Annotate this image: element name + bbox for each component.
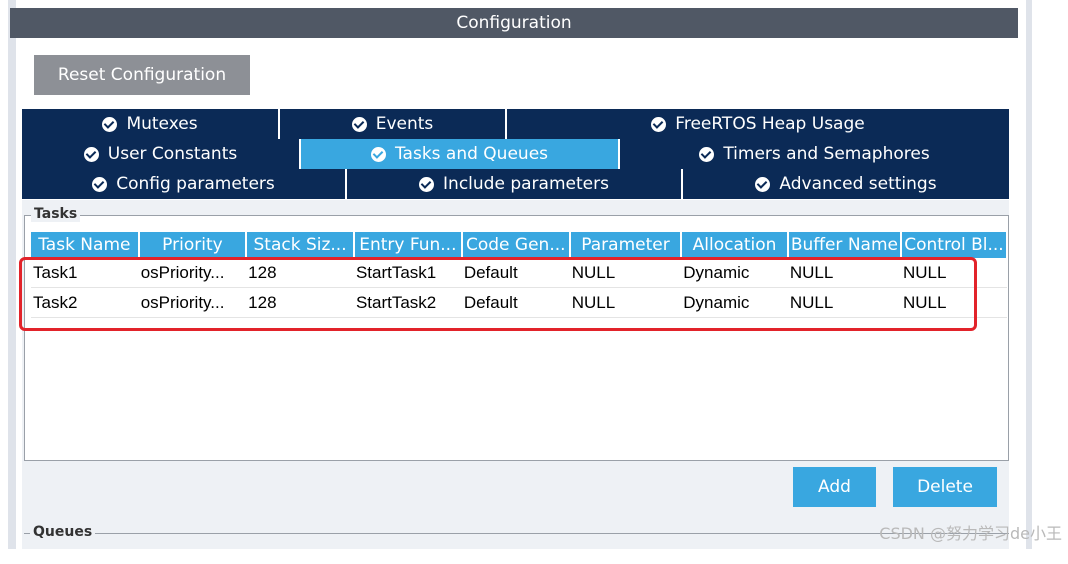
check-circle-icon bbox=[699, 146, 715, 162]
task-rows-highlight bbox=[19, 257, 977, 331]
watermark: CSDN @努力学习de小王 bbox=[879, 524, 1062, 543]
column-header-parameter[interactable]: Parameter bbox=[569, 232, 683, 258]
check-circle-icon bbox=[651, 116, 667, 132]
column-header-stack-size[interactable]: Stack Siz... bbox=[246, 232, 355, 258]
tab-row-1: Mutexes Events FreeRTOS Heap Usage bbox=[22, 109, 1009, 139]
check-circle-icon bbox=[92, 176, 108, 192]
column-header-entry-function[interactable]: Entry Fun... bbox=[353, 232, 463, 258]
tab-label: Events bbox=[375, 114, 434, 134]
column-header-buffer-name[interactable]: Buffer Name bbox=[787, 232, 902, 258]
tab-config-parameters[interactable]: Config parameters bbox=[22, 169, 347, 199]
column-header-priority[interactable]: Priority bbox=[138, 232, 248, 258]
check-circle-icon bbox=[83, 146, 99, 162]
check-circle-icon bbox=[755, 176, 771, 192]
tab-label: Advanced settings bbox=[779, 174, 937, 194]
tab-mutexes[interactable]: Mutexes bbox=[22, 109, 280, 139]
tab-events[interactable]: Events bbox=[280, 109, 507, 139]
reset-configuration-button[interactable]: Reset Configuration bbox=[34, 55, 250, 95]
tasks-legend: Tasks bbox=[31, 206, 81, 222]
tab-label: FreeRTOS Heap Usage bbox=[675, 114, 865, 134]
check-circle-icon bbox=[370, 146, 386, 162]
tab-timers-and-semaphores[interactable]: Timers and Semaphores bbox=[620, 139, 1009, 169]
config-title-bar: Configuration bbox=[10, 8, 1018, 38]
tab-label: Timers and Semaphores bbox=[723, 144, 930, 164]
check-circle-icon bbox=[419, 176, 435, 192]
tasks-header-row: Task Name Priority Stack Siz... Entry Fu… bbox=[31, 232, 1009, 258]
check-circle-icon bbox=[351, 116, 367, 132]
tasks-group: Tasks Task Name Priority Stack Siz... En… bbox=[24, 206, 1009, 461]
tab-label: Config parameters bbox=[116, 174, 275, 194]
tab-user-constants[interactable]: User Constants bbox=[22, 139, 301, 169]
tab-label: Tasks and Queues bbox=[394, 144, 549, 164]
column-header-control-block[interactable]: Control Bl... bbox=[900, 232, 1009, 258]
tab-label: Include parameters bbox=[443, 174, 609, 194]
column-header-task-name[interactable]: Task Name bbox=[31, 232, 140, 258]
tab-freertos-heap-usage[interactable]: FreeRTOS Heap Usage bbox=[507, 109, 1009, 139]
tab-tasks-and-queues[interactable]: Tasks and Queues bbox=[301, 139, 620, 169]
config-title: Configuration bbox=[456, 13, 572, 33]
delete-task-button[interactable]: Delete bbox=[893, 467, 997, 507]
tab-include-parameters[interactable]: Include parameters bbox=[347, 169, 683, 199]
column-header-code-generation[interactable]: Code Gen... bbox=[461, 232, 571, 258]
check-circle-icon bbox=[102, 116, 118, 132]
tab-label: Mutexes bbox=[126, 114, 198, 134]
tab-advanced-settings[interactable]: Advanced settings bbox=[683, 169, 1009, 199]
column-header-allocation[interactable]: Allocation bbox=[681, 232, 789, 258]
tab-label: User Constants bbox=[107, 144, 238, 164]
tab-row-3: Config parameters Include parameters Adv… bbox=[22, 169, 1009, 199]
tab-row-2: User Constants Tasks and Queues Timers a… bbox=[22, 139, 1009, 169]
queues-legend: Queues bbox=[30, 524, 96, 540]
add-task-button[interactable]: Add bbox=[793, 467, 876, 507]
